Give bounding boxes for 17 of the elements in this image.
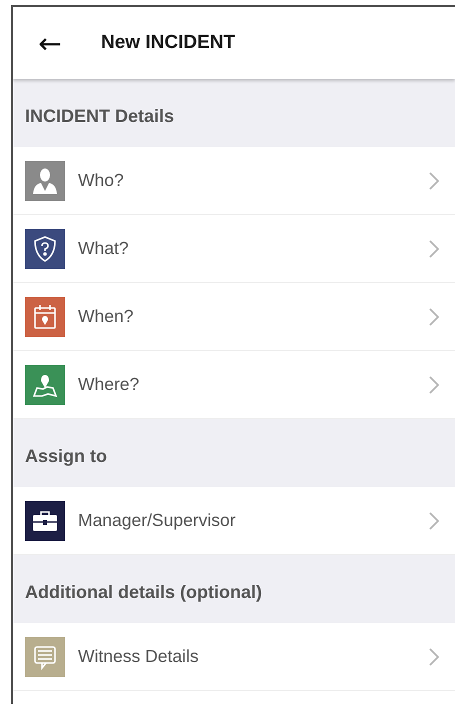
section-header: Additional details (optional) [13,555,455,623]
chevron-icon [429,308,439,326]
section-header: INCIDENT Details [13,79,455,147]
item-label: When? [78,306,134,327]
back-button[interactable]: ← [35,26,65,60]
chevron-icon [429,512,439,530]
chevron-icon [429,240,439,258]
item-label: Where? [78,374,140,395]
item-label: Witness Details [78,646,200,667]
chevron-icon [429,648,439,666]
chevron-icon [429,376,439,394]
page-title: New INCIDENT [101,32,236,54]
item-label: What? [78,238,130,259]
section-header: Assign to [13,419,455,487]
chevron-icon [429,172,439,190]
item-label: Manager/Supervisor [78,510,237,531]
item-label: Who? [78,170,125,191]
